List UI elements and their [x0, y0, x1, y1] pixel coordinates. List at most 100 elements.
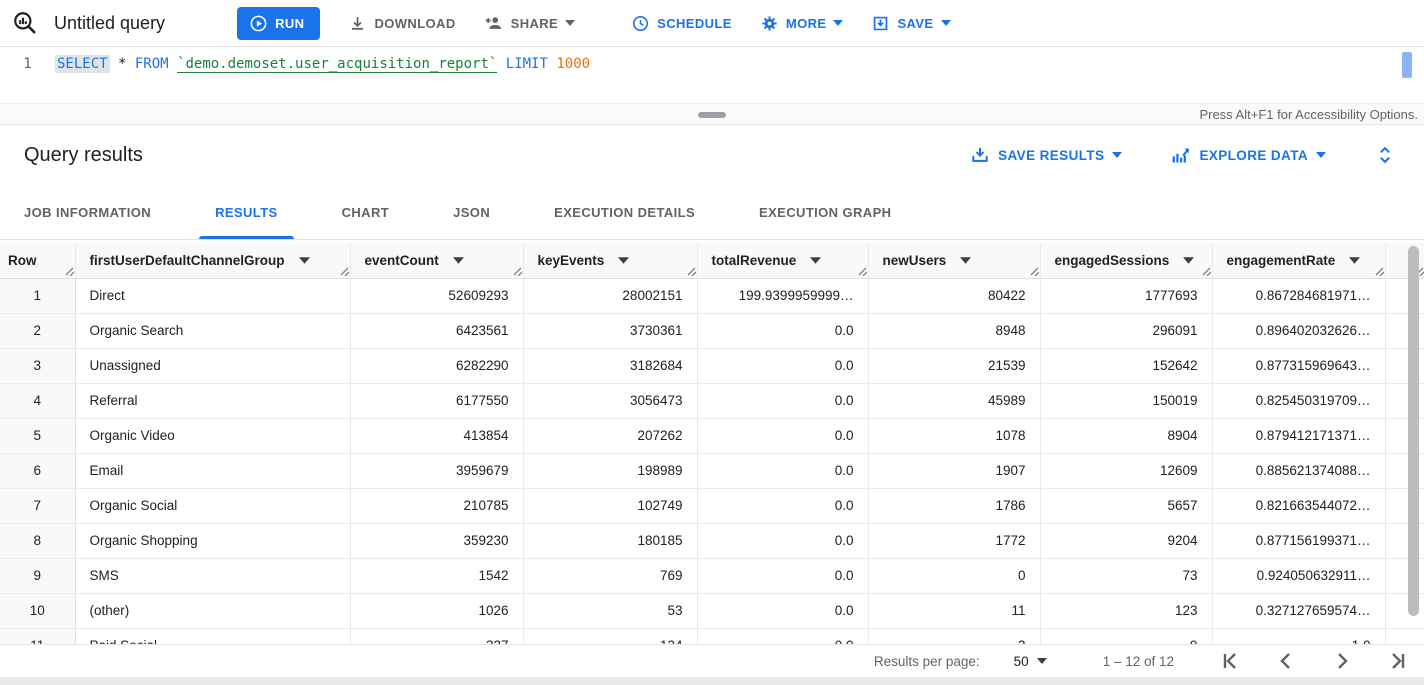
- download-button[interactable]: DOWNLOAD: [348, 14, 455, 33]
- scrollbar-thumb[interactable]: [1408, 246, 1419, 616]
- schedule-button[interactable]: SCHEDULE: [631, 14, 732, 33]
- page-size-select[interactable]: 50: [1014, 654, 1047, 669]
- table-cell: 0.0: [697, 418, 868, 453]
- query-editor-toolbar: Untitled query RUN DOWNLOAD SHARE SCHEDU…: [0, 0, 1424, 47]
- column-header[interactable]: eventCount: [350, 243, 523, 278]
- tab-chart[interactable]: CHART: [326, 185, 406, 239]
- column-menu-icon[interactable]: [960, 257, 971, 264]
- row-number-cell: 6: [0, 453, 75, 488]
- editor-scrollbar-thumb[interactable]: [1402, 52, 1412, 78]
- column-menu-icon[interactable]: [299, 257, 310, 264]
- table-row: 9SMS15427690.00730.924050632911…: [0, 558, 1424, 593]
- table-row: 5Organic Video4138542072620.0107889040.8…: [0, 418, 1424, 453]
- row-number-cell: 3: [0, 348, 75, 383]
- table-cell: 199.9399959999…: [697, 278, 868, 313]
- gear-icon: [760, 14, 779, 33]
- table-cell: 3959679: [350, 453, 523, 488]
- save-button[interactable]: SAVE: [871, 14, 950, 33]
- clock-icon: [631, 14, 650, 33]
- row-number-cell: 1: [0, 278, 75, 313]
- editor-status-bar: Press Alt+F1 for Accessibility Options.: [0, 103, 1424, 125]
- column-header[interactable]: keyEvents: [523, 243, 697, 278]
- table-row: 6Email39596791989890.01907126090.8856213…: [0, 453, 1424, 488]
- tab-job-information[interactable]: JOB INFORMATION: [8, 185, 167, 239]
- table-cell: 180185: [523, 523, 697, 558]
- tab-json[interactable]: JSON: [437, 185, 506, 239]
- table-cell: 0.867284681971…: [1212, 278, 1385, 313]
- table-cell: 0.825450319709…: [1212, 383, 1385, 418]
- table-cell: 1786: [868, 488, 1040, 523]
- column-header[interactable]: firstUserDefaultChannelGroup: [75, 243, 350, 278]
- tab-results[interactable]: RESULTS: [199, 185, 294, 239]
- table-cell: 11: [868, 593, 1040, 628]
- first-page-icon: [1218, 649, 1242, 673]
- column-menu-icon[interactable]: [1183, 257, 1194, 264]
- table-cell: 0.0: [697, 348, 868, 383]
- previous-page-button[interactable]: [1274, 649, 1298, 673]
- tab-execution-graph[interactable]: EXECUTION GRAPH: [743, 185, 907, 239]
- results-table-container: Row firstUserDefaultChannelGroupeventCou…: [0, 240, 1424, 644]
- table-row: 7Organic Social2107851027490.0178656570.…: [0, 488, 1424, 523]
- last-page-button[interactable]: [1386, 649, 1410, 673]
- column-resize-handle[interactable]: [1202, 267, 1211, 276]
- column-resize-handle[interactable]: [340, 267, 349, 276]
- column-header[interactable]: engagedSessions: [1040, 243, 1212, 278]
- column-header[interactable]: totalRevenue: [697, 243, 868, 278]
- table-cell: 5657: [1040, 488, 1212, 523]
- table-cell: Organic Social: [75, 488, 350, 523]
- table-cell: 9: [1040, 628, 1212, 644]
- sql-editor[interactable]: 1 SELECT * FROM `demo.demoset.user_acqui…: [0, 47, 1424, 103]
- column-header[interactable]: engagementRate: [1212, 243, 1385, 278]
- table-cell: 8904: [1040, 418, 1212, 453]
- column-header-row: Row: [0, 243, 75, 278]
- next-page-button[interactable]: [1330, 649, 1354, 673]
- row-number-cell: 2: [0, 313, 75, 348]
- unfold-icon: [1374, 144, 1396, 166]
- column-resize-handle[interactable]: [687, 267, 696, 276]
- table-vertical-scrollbar[interactable]: [1408, 246, 1419, 638]
- table-cell: 3182684: [523, 348, 697, 383]
- explore-data-button[interactable]: EXPLORE DATA: [1170, 145, 1326, 166]
- run-button[interactable]: RUN: [237, 7, 320, 40]
- column-resize-handle[interactable]: [1375, 267, 1384, 276]
- column-menu-icon[interactable]: [810, 257, 821, 264]
- first-page-button[interactable]: [1218, 649, 1242, 673]
- column-resize-handle[interactable]: [858, 267, 867, 276]
- table-cell: 0.821663544072…: [1212, 488, 1385, 523]
- table-cell: 1772: [868, 523, 1040, 558]
- column-resize-handle[interactable]: [513, 267, 522, 276]
- table-reference-link[interactable]: `demo.demoset.user_acquisition_report`: [177, 56, 497, 73]
- query-results-title: Query results: [24, 144, 143, 167]
- table-cell: (other): [75, 593, 350, 628]
- table-cell: 413854: [350, 418, 523, 453]
- sql-code-line[interactable]: SELECT * FROM `demo.demoset.user_acquisi…: [55, 47, 590, 103]
- column-menu-icon[interactable]: [1349, 257, 1360, 264]
- horizontal-scrollbar-track[interactable]: [0, 677, 1424, 685]
- column-resize-handle[interactable]: [65, 267, 74, 276]
- chevron-right-icon: [1330, 649, 1354, 673]
- share-button[interactable]: SHARE: [484, 13, 576, 33]
- save-results-button[interactable]: SAVE RESULTS: [970, 145, 1122, 165]
- panel-resize-handle[interactable]: [698, 112, 726, 118]
- column-resize-handle[interactable]: [1030, 267, 1039, 276]
- column-menu-icon[interactable]: [453, 257, 464, 264]
- chevron-down-icon: [565, 20, 575, 26]
- column-menu-icon[interactable]: [618, 257, 629, 264]
- table-row: 3Unassigned628229031826840.0215391526420…: [0, 348, 1424, 383]
- table-cell: 0: [868, 558, 1040, 593]
- row-number-cell: 4: [0, 383, 75, 418]
- table-cell: 9204: [1040, 523, 1212, 558]
- table-cell: Direct: [75, 278, 350, 313]
- row-number-cell: 5: [0, 418, 75, 453]
- table-cell: 296091: [1040, 313, 1212, 348]
- table-cell: SMS: [75, 558, 350, 593]
- more-button[interactable]: MORE: [760, 14, 844, 33]
- tab-execution-details[interactable]: EXECUTION DETAILS: [538, 185, 711, 239]
- table-cell: 210785: [350, 488, 523, 523]
- results-tabbar: JOB INFORMATION RESULTS CHART JSON EXECUTION…: [0, 185, 1424, 240]
- column-header[interactable]: newUsers: [868, 243, 1040, 278]
- table-cell: 1026: [350, 593, 523, 628]
- chevron-down-icon: [1037, 658, 1047, 664]
- expand-results-button[interactable]: [1374, 144, 1396, 166]
- table-cell: 1078: [868, 418, 1040, 453]
